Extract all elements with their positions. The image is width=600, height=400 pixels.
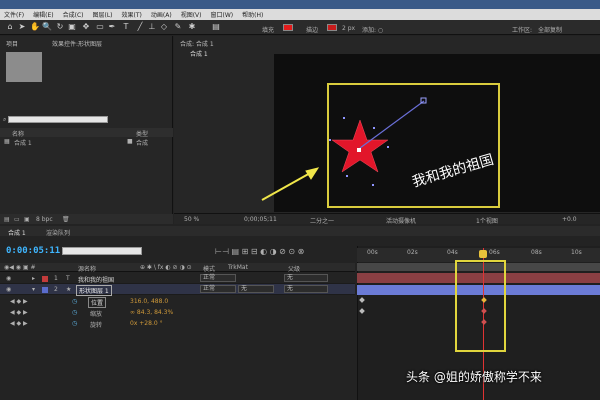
visibility-eye-icon[interactable]: ◉ [6,275,11,282]
watermark: 头条 @姐的娇傲称学不来 [406,370,542,384]
layer-row-2[interactable]: ◉ ▾ 2 ★ 形状图层 1 正常 无 无 [0,284,355,296]
blend-mode-select[interactable]: 正常 [200,285,236,293]
parent-select[interactable]: 无 [284,274,328,282]
expand-arrow-icon[interactable]: ▾ [32,286,35,293]
layer-switches-header: ⊕ ✱ \ fx ◐ ⊘ ◑ ⊙ [140,264,192,271]
trkmat-select[interactable]: 无 [238,285,274,293]
column-trkmat[interactable]: TrkMat [228,264,248,271]
layer-row-1[interactable]: ◉ ▸ 1 T 我和我的祖国 正常 无 [0,273,355,284]
property-row-position[interactable]: ◀ ◆ ▶ ◷ 位置 316.0, 488.0 [0,296,355,308]
ruler-label: 02s [407,249,418,256]
ruler-label: 10s [571,249,582,256]
ruler-label: 04s [447,249,458,256]
timeline-search-input[interactable] [62,247,142,255]
keyframe-navigator-icon[interactable]: ◀ ◆ ▶ [10,298,28,305]
av-switches-header: ◉◀ ◉ ▣ # [4,264,36,271]
after-effects-window: 文件(F) 编辑(E) 合成(C) 图层(L) 效果(T) 动画(A) 视图(V… [0,0,600,400]
expand-arrow-icon[interactable]: ▸ [32,275,35,282]
shape-layer-icon: ★ [66,286,72,293]
timeline-tabbar: 合成 1 渲染队列 [0,226,600,237]
stopwatch-icon[interactable]: ◷ [72,309,77,316]
annotation-arrow-viewer [261,167,320,201]
motion-path [359,100,425,149]
annotation-highlight-box [455,260,506,352]
magnification-select[interactable]: 50 % [184,216,199,223]
property-name: 旋转 [90,322,103,329]
current-time-indicator-handle[interactable] [479,250,487,258]
keyframe-navigator-icon[interactable]: ◀ ◆ ▶ [10,320,28,327]
parent-select[interactable]: 无 [284,285,328,293]
current-time-display[interactable]: 0:00:05:11 [6,246,60,256]
render-queue-tab[interactable]: 渲染队列 [46,228,70,237]
keyframe-navigator-icon[interactable]: ◀ ◆ ▶ [10,309,28,316]
stopwatch-icon[interactable]: ◷ [72,298,77,305]
timeline-column-header: ◉◀ ◉ ▣ # 源名称 ⊕ ✱ \ fx ◐ ⊘ ◑ ⊙ 模式 TrkMat … [0,263,355,273]
property-row-scale[interactable]: ◀ ◆ ▶ ◷ 缩放 ∞ 84.3, 84.3% [0,307,355,318]
comp-switches-icons[interactable]: ⊢⊣ ▤ ⊞ ⊟ ◐ ◑ ⊘ ⊙ ⊗ [215,247,304,256]
layer-name[interactable]: 形状图层 1 [76,285,112,296]
canvas-text-layer[interactable]: 我和我的祖国 [410,152,495,191]
ruler-label: 08s [531,249,542,256]
resolution-select[interactable]: 二分之一 [310,216,334,225]
stopwatch-icon[interactable]: ◷ [72,320,77,327]
layer-index: 2 [54,286,58,293]
shape-layer-star[interactable] [331,119,389,173]
column-mode[interactable]: 模式 [203,264,215,273]
property-value[interactable]: 0x +28.0 ° [130,320,163,327]
column-source-name[interactable]: 源名称 [78,264,96,273]
visibility-eye-icon[interactable]: ◉ [6,286,11,293]
layer-label-color[interactable] [42,287,48,293]
timeline-tab[interactable]: 合成 1 [8,228,26,237]
views-select[interactable]: 1个视图 [476,216,498,225]
ruler-label: 06s [489,249,500,256]
text-layer-icon: T [66,275,70,282]
exposure-value[interactable]: +0.0 [562,216,577,223]
property-value[interactable]: 316.0, 488.0 [130,298,168,305]
property-row-rotation[interactable]: ◀ ◆ ▶ ◷ 旋转 0x +28.0 ° [0,318,355,329]
layer-index: 1 [54,275,58,282]
camera-select[interactable]: 活动摄像机 [386,216,416,225]
property-value[interactable]: ∞ 84.3, 84.3% [130,309,173,316]
ruler-label: 00s [367,249,378,256]
layer-label-color[interactable] [42,276,48,282]
column-parent[interactable]: 父级 [288,264,300,273]
viewer-timecode[interactable]: 0;00;05;11 [244,216,277,223]
property-name: 缩放 [90,311,103,318]
viewer-controls: 50 % 0;00;05;11 二分之一 活动摄像机 1个视图 +0.0 [174,213,600,225]
layer-name[interactable]: 我和我的祖国 [78,275,114,284]
blend-mode-select[interactable]: 正常 [200,274,236,282]
